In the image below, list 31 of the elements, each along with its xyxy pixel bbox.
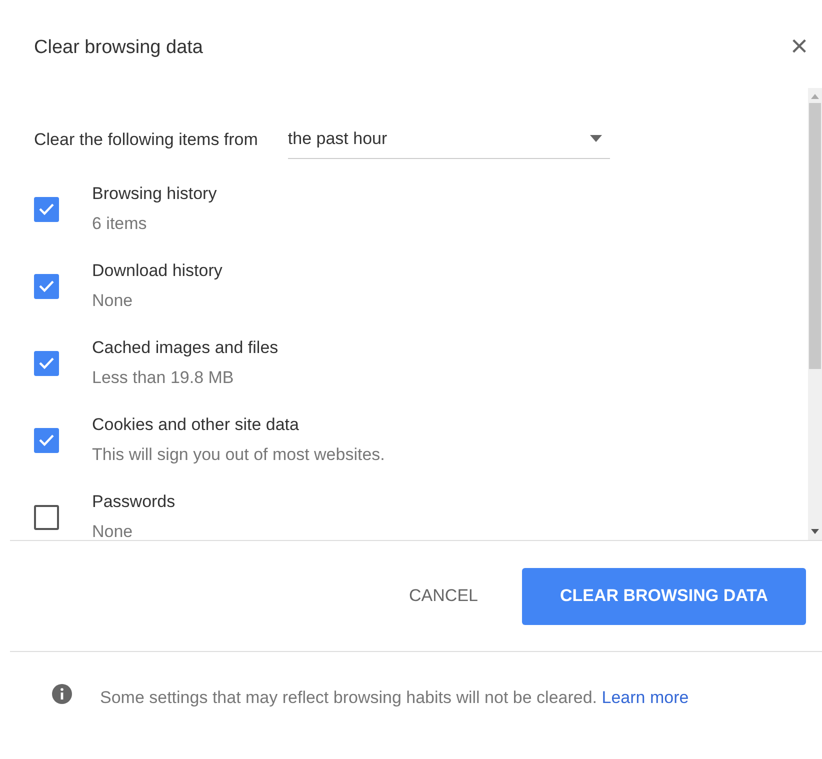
item-detail: None [92,291,134,311]
range-dropdown[interactable]: the past hour [288,120,610,158]
dialog-title: Clear browsing data [34,36,203,60]
checkbox[interactable] [34,196,59,222]
range-label: Clear the following items from [34,128,258,150]
check-icon [38,279,55,293]
check-icon [38,433,55,447]
info-icon [52,684,72,704]
item-detail: None [92,522,134,540]
checkbox[interactable] [34,428,59,452]
check-icon [38,202,55,216]
check-icon [38,356,55,370]
caret-icon [590,135,602,142]
learn-more-link[interactable]: Learn more [602,688,689,707]
item-detail: 6 items [92,214,148,234]
item-detail: This will sign you out of most websites. [92,445,385,465]
item-label: Passwords [92,492,176,512]
close-button[interactable]: × [790,32,808,62]
clear-browsing-data-button[interactable]: CLEAR BROWSING DATA [522,568,806,624]
scroll-up-icon[interactable] [811,94,819,99]
item-label: Download history [92,261,222,281]
checkbox[interactable] [34,350,59,376]
checkbox[interactable] [34,504,59,530]
checkbox[interactable] [34,274,59,298]
item-label: Cookies and other site data [92,415,300,435]
footer-note: Some settings that may reflect browsing habits will not be cleared. Learn more [100,687,689,709]
item-label: Cached images and files [92,338,278,358]
cancel-button[interactable]: CANCEL [403,565,484,627]
scroll-down-icon[interactable] [811,529,819,534]
item-detail: Less than 19.8 MB [92,368,235,388]
item-label: Browsing history [92,184,217,204]
